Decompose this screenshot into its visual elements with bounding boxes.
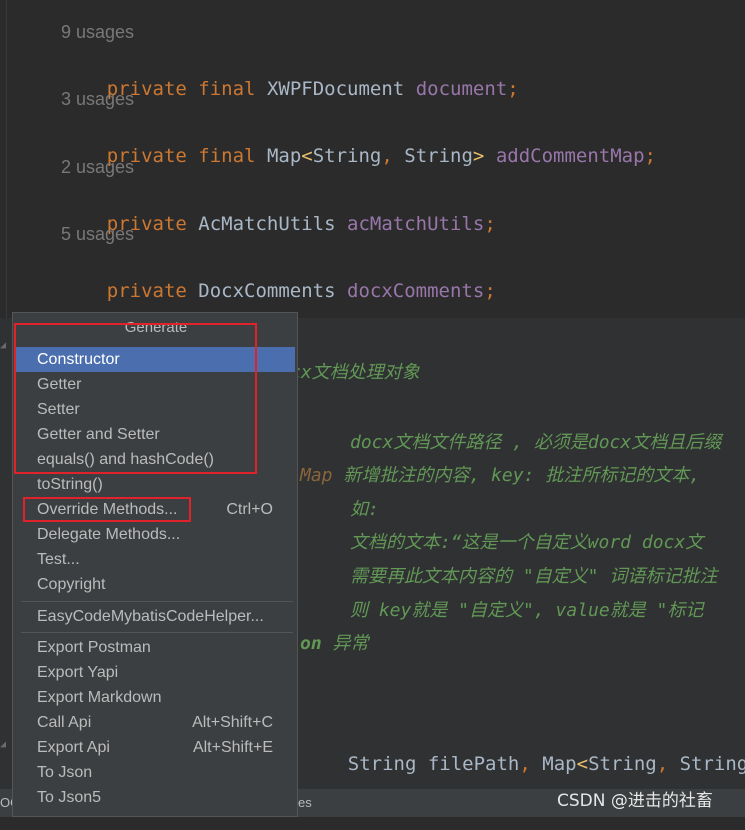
javadoc-text: 新增批注的内容, key: 批注所标记的文本, [343,465,701,486]
menu-separator [21,632,293,633]
javadoc-line: 文档的文本:“这是一个自定义word docx文 [350,532,704,553]
keyword: private [106,280,187,302]
annotation-highlight-box [14,323,257,474]
menu-item-shortcut: Alt+Shift+C [192,714,273,731]
fold-arrow-icon[interactable]: ◢ [0,739,10,750]
menu-item-label: Copyright [37,576,106,593]
status-text: es [298,795,312,810]
menu-item-call-api[interactable]: Call Api Alt+Shift+C [15,710,295,735]
type-name: DocxComments [198,280,336,302]
comma: , [381,145,393,167]
field-name: document [415,78,508,100]
semicolon: ; [484,213,496,235]
menu-item-label: Test... [37,551,80,568]
menu-item-label: To Json5 [37,789,102,806]
menu-item-tostring[interactable]: toString() [15,472,295,497]
menu-item-to-json5[interactable]: To Json5 [15,785,295,810]
menu-item-label: toString() [37,476,103,493]
javadoc-line: 如: [350,499,379,520]
menu-item-label: Export Api [37,739,110,756]
menu-item-shortcut: Ctrl+O [226,501,273,518]
menu-item-test[interactable]: Test... [15,547,295,572]
javadoc-line: 则 key就是 "自定义", value就是 "标记 [350,600,704,621]
javadoc-param-name: Map [300,465,333,486]
code-line-addcommentmap-field[interactable]: private final Map<String, String> addCom… [61,123,656,189]
menu-item-label: EasyCodeMybatisCodeHelper... [37,608,264,625]
annotation-highlight-box [23,497,191,522]
type-name: String [312,145,382,167]
javadoc-line: on 异常 [300,629,369,655]
menu-item-shortcut: Alt+Shift+E [192,739,273,756]
type-name: Map [266,145,302,167]
javadoc-line: Map 新增批注的内容, key: 批注所标记的文本, [300,461,700,487]
menu-item-copyright[interactable]: Copyright [15,572,295,597]
javadoc-line: docx文档文件路径 , 必须是docx文档且后缀 [350,432,722,453]
field-name: acMatchUtils [347,213,485,235]
usages-hint[interactable]: 3 usages [61,89,134,110]
menu-item-to-json[interactable]: To Json [15,760,295,785]
menu-item-label: To Json [37,764,93,781]
menu-item-delegate-methods[interactable]: Delegate Methods... [15,522,295,547]
menu-item-label: Export Postman [37,639,151,656]
menu-item-label: Export Markdown [37,689,162,706]
usages-hint[interactable]: 2 usages [61,157,134,178]
menu-item-label: Delegate Methods... [37,526,181,543]
type-name: AcMatchUtils [198,213,336,235]
menu-item-label: Export Yapi [37,664,119,681]
keyword: final [198,145,256,167]
javadoc-text: 异常 [332,633,369,654]
menu-item-export-yapi[interactable]: Export Yapi [15,660,295,685]
usages-hint[interactable]: 5 usages [61,224,134,245]
fold-arrow-icon[interactable]: ◢ [0,340,10,351]
menu-item-export-markdown[interactable]: Export Markdown [15,685,295,710]
menu-item-easycode-mybatis[interactable]: EasyCodeMybatisCodeHelper... [15,604,295,629]
menu-item-export-postman[interactable]: Export Postman [15,635,295,660]
javadoc-line: cx文档处理对象 [290,362,420,383]
keyword: final [198,78,256,100]
semicolon: ; [644,145,656,167]
semicolon: ; [484,280,496,302]
generic-bracket: > [472,145,485,167]
usages-hint[interactable]: 9 usages [61,22,134,43]
javadoc-line: 需要再此文本内容的 "自定义" 词语标记批注 [350,566,718,587]
field-name: docxComments [347,280,485,302]
field-name: addCommentMap [495,145,645,167]
javadoc-tag: on [300,633,322,654]
semicolon: ; [507,78,519,100]
type-name: String [404,145,473,167]
watermark: CSDN @进击的社畜 [557,791,713,811]
generic-bracket: < [301,145,313,167]
menu-item-export-api[interactable]: Export Api Alt+Shift+E [15,735,295,760]
type-name: XWPFDocument [266,78,405,100]
menu-item-label: Call Api [37,714,92,731]
menu-separator [21,601,293,602]
